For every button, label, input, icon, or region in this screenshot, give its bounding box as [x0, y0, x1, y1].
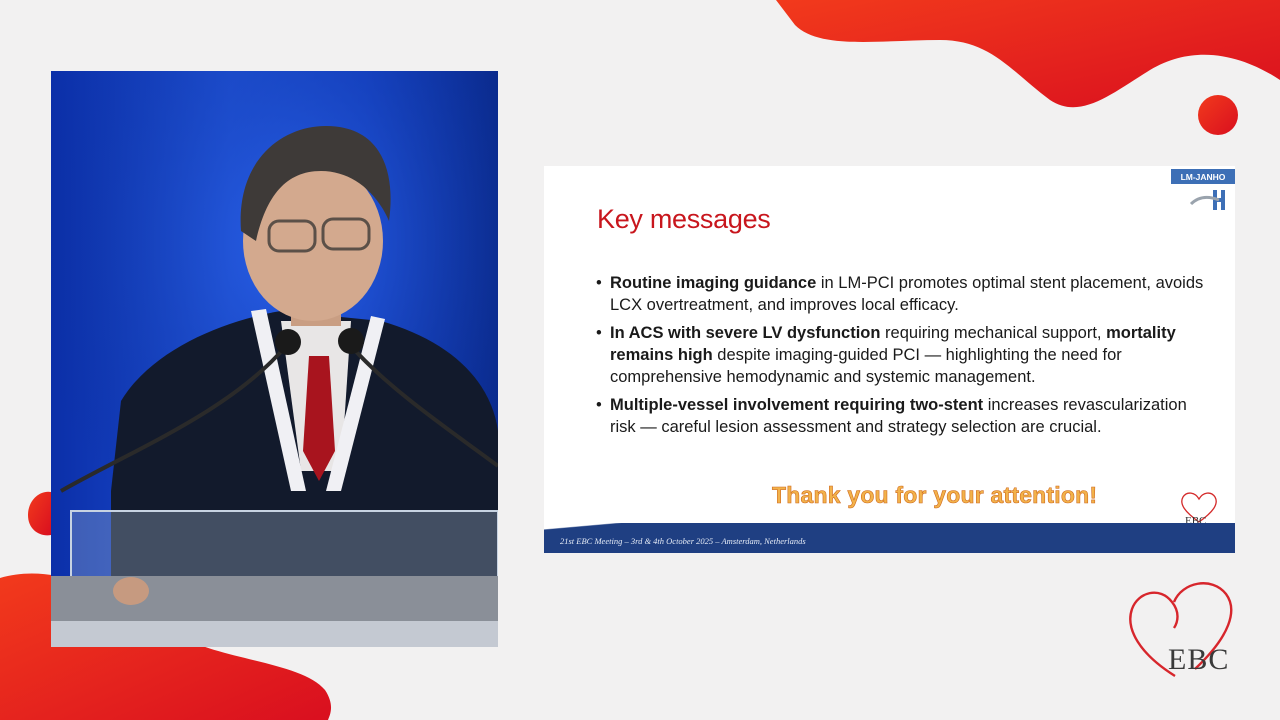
message-text: requiring mechanical support,: [880, 324, 1107, 342]
list-item: • Multiple-vessel involvement requiring …: [596, 394, 1216, 438]
message-emphasis: Multiple-vessel involvement requiring tw…: [610, 396, 984, 414]
slide-ebc-logo: EBC: [1181, 492, 1217, 527]
bullet: •: [596, 396, 602, 414]
message-emphasis: In ACS with severe LV dysfunction: [610, 324, 881, 342]
lectern: [70, 510, 498, 582]
org-mark-icon: [1189, 190, 1225, 210]
ebc-logo: EBC: [1129, 582, 1233, 678]
red-wave-left-edge: [28, 491, 51, 536]
list-item: • Routine imaging guidance in LM-PCI pro…: [596, 272, 1216, 316]
thank-you-message: Thank you for your attention!: [772, 482, 1098, 509]
org-badge: LM-JANHO: [1171, 169, 1235, 184]
speaker-video: [51, 71, 498, 647]
bullet: •: [596, 324, 602, 342]
slide-title: Key messages: [597, 204, 771, 234]
list-item: • In ACS with severe LV dysfunction requ…: [596, 322, 1216, 388]
slide-footer-text: 21st EBC Meeting – 3rd & 4th October 202…: [560, 536, 806, 546]
key-messages-list: • Routine imaging guidance in LM-PCI pro…: [596, 272, 1216, 444]
message-emphasis: Routine imaging guidance: [610, 274, 817, 292]
bullet: •: [596, 274, 602, 292]
red-wave-top-right: [776, 0, 1280, 108]
presentation-slide: LM-JANHO Key messages • Routine imaging …: [544, 166, 1235, 553]
ebc-logo-text: EBC: [1168, 643, 1229, 676]
red-dot: [1198, 95, 1238, 135]
